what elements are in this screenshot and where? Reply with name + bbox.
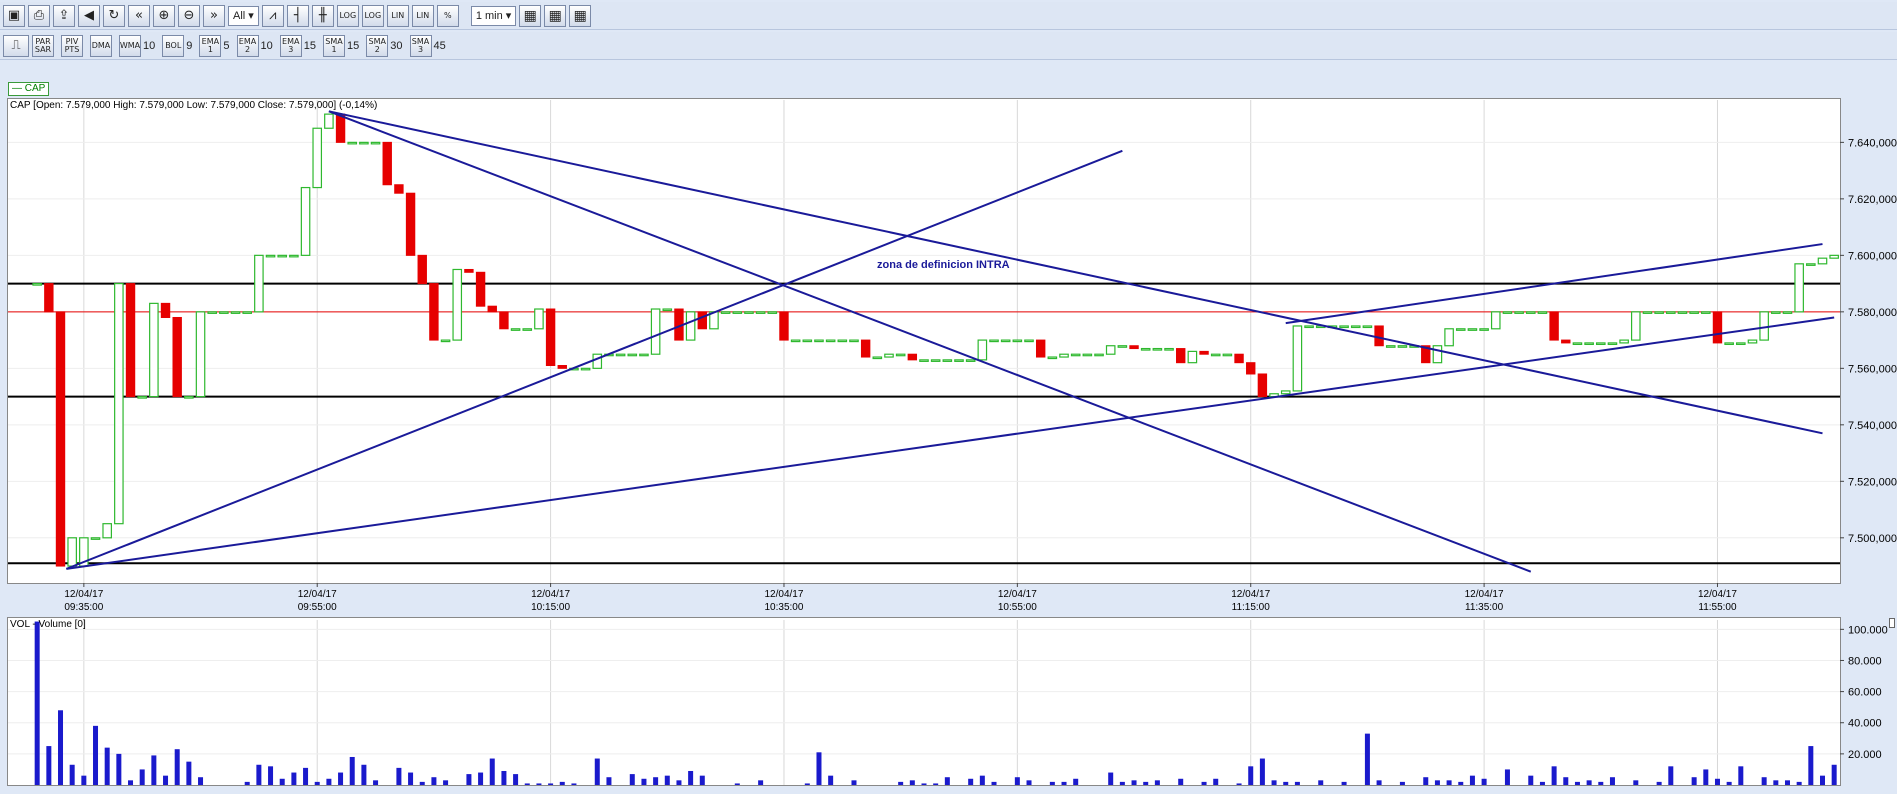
- chart-settings-button[interactable]: ▦: [519, 4, 542, 27]
- indicator-value-6: 10: [260, 39, 273, 52]
- indicator-4: BOL 9: [162, 34, 193, 57]
- indicator-0: PAR SAR: [32, 34, 54, 57]
- chart-type-toggle-button[interactable]: ⎍: [3, 34, 29, 57]
- scale-button-4[interactable]: %: [436, 4, 459, 27]
- xtick-date-4: 12/04/17: [998, 589, 1037, 600]
- indicator-1: PIV PTS: [61, 34, 83, 57]
- price-ytick-label-4: 7.580,000: [1848, 307, 1897, 319]
- scale-button-3[interactable]: LIN: [411, 4, 434, 27]
- scale-button-2[interactable]: LIN: [386, 4, 409, 27]
- price-ytick-label-5: 7.600,000: [1848, 250, 1897, 262]
- xtick-date-7: 12/04/17: [1698, 589, 1737, 600]
- volume-ytick-label-3: 80.000: [1848, 655, 1882, 667]
- indicator-3: WMA 10: [119, 34, 156, 57]
- legend-cap-label[interactable]: — CAP: [8, 82, 50, 96]
- save-button[interactable]: ▣: [3, 4, 25, 27]
- scale-button-0[interactable]: LOG: [336, 4, 359, 27]
- xtick-time-3: 10:35:00: [765, 602, 804, 613]
- layout-button[interactable]: ▦: [544, 4, 567, 27]
- indicator-button-7[interactable]: EMA 3: [279, 34, 302, 57]
- zoom-out-button[interactable]: ⊖: [178, 4, 200, 27]
- indicator-button-0[interactable]: PAR SAR: [32, 34, 54, 57]
- price-ytick-label-7: 7.640,000: [1848, 137, 1897, 149]
- indicator-5: EMA 15: [199, 34, 230, 57]
- bar-chart-button[interactable]: ┤: [286, 4, 309, 27]
- scale-button-1[interactable]: LOG: [361, 4, 384, 27]
- volume-chart-panel[interactable]: [7, 617, 1841, 786]
- candlestick-button[interactable]: ╫: [311, 4, 334, 27]
- indicator-button-1[interactable]: PIV PTS: [61, 34, 83, 57]
- indicator-value-3: 10: [143, 39, 156, 52]
- print-button[interactable]: ⎙: [28, 4, 50, 27]
- indicator-button-10[interactable]: SMA 3: [409, 34, 432, 57]
- indicator-7: EMA 3 15: [279, 34, 316, 57]
- indicator-value-7: 15: [303, 39, 316, 52]
- xtick-date-1: 12/04/17: [298, 589, 337, 600]
- indicator-button-3[interactable]: WMA: [119, 34, 141, 57]
- price-ytick-label-6: 7.620,000: [1848, 194, 1897, 206]
- ohlc-readout: CAP [Open: 7.579,000 High: 7.579,000 Low…: [10, 100, 378, 111]
- indicator-button-9[interactable]: SMA 2: [366, 34, 389, 57]
- volume-ytick-label-0: 20.000: [1848, 749, 1882, 761]
- indicator-value-10: 45: [433, 39, 446, 52]
- xtick-time-1: 09:55:00: [298, 602, 337, 613]
- line-chart-button[interactable]: ⩘: [261, 4, 284, 27]
- indicator-value-9: 30: [390, 39, 403, 52]
- main-toolbar: ▣ ⎙ ⇪ ◀ ↻ «⊕ ⊖» All ▾ ⩘ ┤ ╫ LOG LOG LIN LIN% 1 min ▾ ▦ ▦ ▦: [0, 2, 1897, 30]
- price-chart-panel[interactable]: [7, 98, 1841, 584]
- indicator-10: SMA 3 45: [409, 34, 446, 57]
- window-button[interactable]: ▦: [569, 4, 592, 27]
- price-ytick-label-3: 7.560,000: [1848, 363, 1897, 375]
- indicator-value-8: 15: [347, 39, 360, 52]
- zoom-in-button[interactable]: ⊕: [153, 4, 175, 27]
- volume-title: VOL - Volume [0]: [10, 619, 86, 630]
- xtick-date-0: 12/04/17: [64, 589, 103, 600]
- back-button[interactable]: «: [128, 4, 150, 27]
- xtick-date-5: 12/04/17: [1231, 589, 1270, 600]
- indicator-value-4: 9: [186, 39, 193, 52]
- xtick-time-5: 11:15:00: [1232, 602, 1271, 613]
- volume-ytick-label-4: 100.000: [1848, 624, 1888, 636]
- export-button[interactable]: ⇪: [53, 4, 75, 27]
- price-ytick-label-1: 7.520,000: [1848, 476, 1897, 488]
- indicator-toolbar: ⎍ PAR SAR PIV PTS DMA WMA 10 BOL 9 EMA 1 5 EMA 2 10…: [0, 32, 1897, 60]
- indicator-9: SMA 2 30: [366, 34, 403, 57]
- xtick-date-6: 12/04/17: [1465, 589, 1504, 600]
- indicator-2: DMA: [90, 34, 112, 57]
- xtick-date-2: 12/04/17: [531, 589, 570, 600]
- panel-resize-handle[interactable]: [1889, 618, 1895, 628]
- sound-button[interactable]: ◀: [78, 4, 100, 27]
- price-ytick-label-0: 7.500,000: [1848, 533, 1897, 545]
- indicator-button-6[interactable]: EMA 2: [236, 34, 259, 57]
- indicator-button-4[interactable]: BOL: [162, 34, 185, 57]
- indicator-button-5[interactable]: EMA 1: [199, 34, 222, 57]
- volume-ytick-label-1: 40.000: [1848, 718, 1882, 730]
- interval-select[interactable]: 1 min ▾: [470, 5, 517, 26]
- indicator-8: SMA 1 15: [323, 34, 360, 57]
- xtick-time-4: 10:55:00: [998, 602, 1037, 613]
- volume-ytick-label-2: 60.000: [1848, 687, 1882, 699]
- range-select[interactable]: All ▾: [228, 5, 259, 26]
- indicator-button-8[interactable]: SMA 1: [323, 34, 345, 57]
- xtick-date-3: 12/04/17: [765, 589, 804, 600]
- legend-bar: — CAP: [0, 78, 1897, 98]
- xtick-time-7: 11:55:00: [1698, 602, 1737, 613]
- forward-button[interactable]: »: [203, 4, 225, 27]
- xtick-time-2: 10:15:00: [531, 602, 570, 613]
- refresh-button[interactable]: ↻: [103, 4, 125, 27]
- price-ytick-label-2: 7.540,000: [1848, 420, 1897, 432]
- indicator-value-5: 5: [223, 39, 230, 52]
- xtick-time-0: 09:35:00: [64, 602, 103, 613]
- legend-symbol: CAP: [24, 83, 46, 94]
- xtick-time-6: 11:35:00: [1465, 602, 1504, 613]
- indicator-button-2[interactable]: DMA: [90, 34, 112, 57]
- indicator-6: EMA 2 10: [236, 34, 273, 57]
- trading-chart-window: { "toolbar1": { "buttons": ["save-icon",…: [0, 0, 1897, 794]
